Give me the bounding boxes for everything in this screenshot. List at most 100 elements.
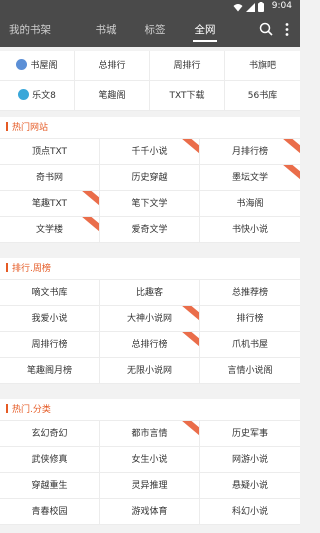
grid-item-label: 文学楼: [35, 225, 63, 235]
grid-item-label: 玄幻奇幻: [31, 429, 68, 439]
grid-item-label: 言情小说阁: [227, 366, 273, 376]
grid-item[interactable]: 悬疑小说: [200, 473, 300, 499]
tab-bookshelf[interactable]: 我的书架: [4, 14, 56, 47]
quick-link-shuqiba[interactable]: 书旗吧: [225, 51, 300, 81]
section-hot-sites: 热门网站 顶点TXT 千千小说 月排行榜 奇书网 历史穿越 墨坛文学 笔趣TXT 笔下文学 书海…: [0, 117, 300, 243]
grid-item-label: 总推荐榜: [231, 288, 268, 298]
grid-item[interactable]: 总排行榜: [100, 332, 200, 358]
grid-item-label: 奇书网: [35, 173, 63, 183]
grid-item-label: 笔趣TXT: [31, 199, 67, 209]
grid-item-label: 游戏体育: [131, 507, 168, 517]
grid-item[interactable]: 月排行榜: [200, 139, 300, 165]
grid-item-label: 穿越重生: [31, 481, 68, 491]
grid-item[interactable]: 无限小说网: [100, 358, 200, 384]
grid-item[interactable]: 玄幻奇幻: [0, 421, 100, 447]
grid-item[interactable]: 武侠修真: [0, 447, 100, 473]
hot-ribbon-icon: [280, 165, 300, 185]
grid-item-label: 顶点TXT: [31, 147, 67, 157]
wifi-icon: [233, 3, 243, 11]
grid-item[interactable]: 墨坛文学: [200, 165, 300, 191]
grid-item[interactable]: 笔趣阁月榜: [0, 358, 100, 384]
grid-item[interactable]: 笔下文学: [100, 191, 200, 217]
grid-item-label: 历史军事: [231, 429, 268, 439]
grid-item[interactable]: 顶点TXT: [0, 139, 100, 165]
grid-item[interactable]: 周排行榜: [0, 332, 100, 358]
section-grid: 玄幻奇幻 都市言情 历史军事武侠修真 女生小说 网游小说穿越重生 灵异推理 悬疑小说青春校园…: [0, 421, 300, 525]
grid-item[interactable]: 都市言情: [100, 421, 200, 447]
hot-ribbon-icon: [79, 191, 99, 211]
quick-link-biquge[interactable]: 笔趣阁: [75, 81, 150, 111]
tab-tags[interactable]: 标签: [141, 14, 169, 47]
grid-item[interactable]: 总推荐榜: [200, 280, 300, 306]
grid-item[interactable]: 历史穿越: [100, 165, 200, 191]
quick-links-row: 乐文8 笔趣阁 TXT下载 56书库: [0, 81, 300, 111]
grid-item[interactable]: 嘀文书库: [0, 280, 100, 306]
grid-item-label: 悬疑小说: [231, 481, 268, 491]
quick-link-week-rank[interactable]: 周排行: [150, 51, 225, 81]
site-logo-icon: [16, 59, 28, 70]
search-icon[interactable]: [259, 22, 273, 36]
grid-item-label: 都市言情: [131, 429, 168, 439]
site-logo-icon: [18, 89, 30, 100]
grid-item[interactable]: 言情小说阁: [200, 358, 300, 384]
quick-links-row: 书屋阁 总排行 周排行 书旗吧: [0, 51, 300, 81]
grid-item[interactable]: 笔趣TXT: [0, 191, 100, 217]
grid-item[interactable]: 历史军事: [200, 421, 300, 447]
quick-link-label: 乐文8: [32, 91, 56, 101]
quick-link-total-rank[interactable]: 总排行: [75, 51, 150, 81]
quick-link-label: 书屋阁: [30, 61, 58, 71]
grid-item[interactable]: 爪机书屋: [200, 332, 300, 358]
section-title: 热门.分类: [0, 399, 300, 421]
grid-item[interactable]: 书海阁: [200, 191, 300, 217]
quick-link-lewen8[interactable]: 乐文8: [0, 81, 75, 111]
battery-icon: [258, 2, 264, 12]
grid-item-label: 墨坛文学: [231, 173, 268, 183]
quick-link-shuwuge[interactable]: 书屋阁: [0, 51, 75, 81]
tab-all-web[interactable]: 全网: [190, 14, 220, 47]
grid-item-label: 排行榜: [236, 314, 264, 324]
grid-item[interactable]: 青春校园: [0, 499, 100, 525]
hot-ribbon-icon: [79, 217, 99, 237]
quick-link-56shuku[interactable]: 56书库: [225, 81, 300, 111]
grid-item-label: 比趣客: [135, 288, 163, 298]
grid-item[interactable]: 排行榜: [200, 306, 300, 332]
quick-links: 书屋阁 总排行 周排行 书旗吧 乐文8 笔趣阁 TXT下载 56书库: [0, 51, 300, 111]
grid-item[interactable]: 网游小说: [200, 447, 300, 473]
grid-item[interactable]: 我爱小说: [0, 306, 100, 332]
grid-item-label: 女生小说: [131, 455, 168, 465]
grid-item-label: 笔下文学: [131, 199, 168, 209]
grid-item-label: 大神小说网: [126, 314, 172, 324]
grid-item[interactable]: 比趣客: [100, 280, 200, 306]
grid-item[interactable]: 灵异推理: [100, 473, 200, 499]
grid-item[interactable]: 穿越重生: [0, 473, 100, 499]
grid-item-label: 书海阁: [236, 199, 264, 209]
grid-item[interactable]: 奇书网: [0, 165, 100, 191]
hot-ribbon-icon: [179, 332, 199, 352]
grid-item[interactable]: 千千小说: [100, 139, 200, 165]
grid-item-label: 千千小说: [131, 147, 168, 157]
section-title: 排行.周榜: [0, 258, 300, 280]
grid-item[interactable]: 女生小说: [100, 447, 200, 473]
grid-item[interactable]: 游戏体育: [100, 499, 200, 525]
grid-item[interactable]: 科幻小说: [200, 499, 300, 525]
tab-bookstore[interactable]: 书城: [92, 14, 120, 47]
grid-item-label: 科幻小说: [231, 507, 268, 517]
grid-item-label: 青春校园: [31, 507, 68, 517]
grid-item[interactable]: 大神小说网: [100, 306, 200, 332]
grid-item-label: 爱奇文学: [131, 225, 168, 235]
more-options-icon[interactable]: [285, 23, 289, 36]
grid-item-label: 无限小说网: [126, 366, 172, 376]
grid-item-label: 灵异推理: [131, 481, 168, 491]
hot-ribbon-icon: [179, 421, 199, 441]
grid-item[interactable]: 爱奇文学: [100, 217, 200, 243]
quick-link-txt-download[interactable]: TXT下载: [150, 81, 225, 111]
grid-item-label: 笔趣阁月榜: [26, 366, 72, 376]
grid-item-label: 我爱小说: [31, 314, 68, 324]
grid-item[interactable]: 书快小说: [200, 217, 300, 243]
grid-item-label: 武侠修真: [31, 455, 68, 465]
top-nav: 我的书架 书城 标签 全网: [0, 14, 300, 47]
grid-item-label: 爪机书屋: [231, 340, 268, 350]
grid-item-label: 月排行榜: [231, 147, 268, 157]
section-hot-categories: 热门.分类 玄幻奇幻 都市言情 历史军事武侠修真 女生小说 网游小说穿越重生 灵异推理 悬疑…: [0, 399, 300, 525]
grid-item[interactable]: 文学楼: [0, 217, 100, 243]
